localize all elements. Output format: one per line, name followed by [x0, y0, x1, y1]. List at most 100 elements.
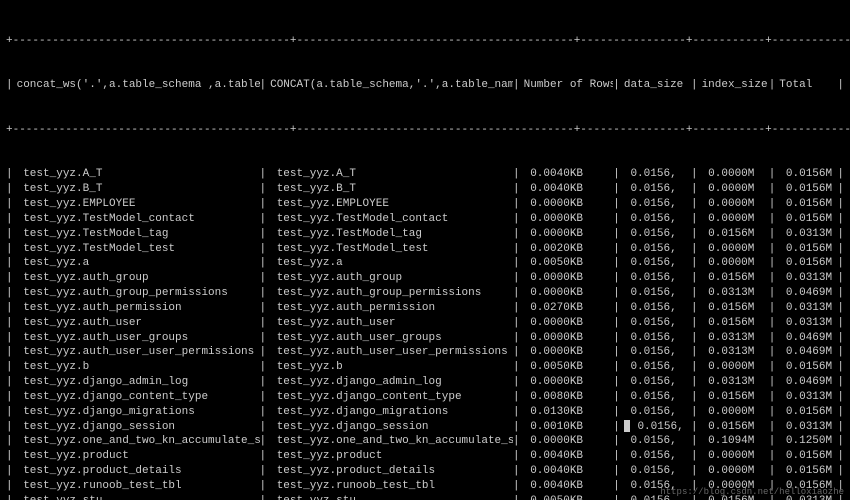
cell-num-rows: 0.0270KB [520, 301, 614, 316]
cell-num-rows: 0.0000KB [520, 286, 614, 301]
cell-total: 0.0156M [775, 256, 837, 271]
cell-index-size: 0.0156M [698, 390, 769, 405]
cell-concat-ws: test_yyz.stu [13, 494, 260, 500]
cell-index-size: 0.0000M [698, 256, 769, 271]
table-row: | test_yyz.B_T| test_yyz.B_T| 0.0040KB| … [6, 182, 844, 197]
cell-concat: test_yyz.auth_permission [266, 301, 513, 316]
table-row: | test_yyz.a| test_yyz.a| 0.0050KB| 0.01… [6, 256, 844, 271]
cell-index-size: 0.0156M [698, 316, 769, 331]
cell-total: 0.0469M [775, 375, 837, 390]
cell-concat-ws: test_yyz.django_session [13, 420, 260, 435]
cell-total: 0.0156M [775, 464, 837, 479]
cell-total: 0.0156M [775, 360, 837, 375]
header-col2: CONCAT(a.table_schema,'.',a.table_name) [266, 78, 513, 93]
cell-concat-ws: test_yyz.auth_group_permissions [13, 286, 260, 301]
cell-concat-ws: test_yyz.b [13, 360, 260, 375]
table-row: | test_yyz.auth_user_user_permissions| t… [6, 345, 844, 360]
cell-concat: test_yyz.product [266, 449, 513, 464]
cell-concat-ws: test_yyz.TestModel_tag [13, 227, 260, 242]
cell-concat: test_yyz.auth_user [266, 316, 513, 331]
cell-num-rows: 0.0040KB [520, 182, 614, 197]
header-col6: Total [775, 78, 837, 93]
separator-top: +---------------------------------------… [6, 34, 844, 49]
cell-index-size: 0.0000M [698, 242, 769, 257]
table-row: | test_yyz.product| test_yyz.product| 0.… [6, 449, 844, 464]
cell-data-size: 0.0156, [620, 182, 691, 197]
cell-data-size: 0.0156, [620, 286, 691, 301]
cell-data-size: 0.0156, [620, 167, 691, 182]
cell-data-size: 0.0156, [620, 390, 691, 405]
cell-concat-ws: test_yyz.django_migrations [13, 405, 260, 420]
cell-total: 0.0156M [775, 212, 837, 227]
cell-total: 0.0469M [775, 345, 837, 360]
cell-index-size: 0.0000M [698, 212, 769, 227]
table-row: | test_yyz.TestModel_test| test_yyz.Test… [6, 242, 844, 257]
cell-total: 0.0156M [775, 405, 837, 420]
text-cursor [624, 420, 630, 432]
cell-num-rows: 0.0000KB [520, 375, 614, 390]
cell-num-rows: 0.0010KB [520, 420, 614, 435]
table-row: | test_yyz.A_T| test_yyz.A_T| 0.0040KB| … [6, 167, 844, 182]
cell-data-size: 0.0156, [620, 316, 691, 331]
header-col1: concat_ws('.',a.table_schema ,a.table_na… [13, 78, 260, 93]
cell-concat-ws: test_yyz.EMPLOYEE [13, 197, 260, 212]
cell-data-size: 0.0156, [620, 256, 691, 271]
cell-total: 0.0313M [775, 271, 837, 286]
cell-concat: test_yyz.auth_user_user_permissions [266, 345, 513, 360]
cell-concat: test_yyz.B_T [266, 182, 513, 197]
cell-concat-ws: test_yyz.one_and_two_kn_accumulate_stars [13, 434, 260, 449]
cell-index-size: 0.1094M [698, 434, 769, 449]
cell-num-rows: 0.0000KB [520, 227, 614, 242]
cell-concat: test_yyz.TestModel_test [266, 242, 513, 257]
cell-num-rows: 0.0000KB [520, 197, 614, 212]
cell-concat-ws: test_yyz.auth_user [13, 316, 260, 331]
cell-num-rows: 0.0020KB [520, 242, 614, 257]
table-row: | test_yyz.b| test_yyz.b| 0.0050KB| 0.01… [6, 360, 844, 375]
cell-concat: test_yyz.django_content_type [266, 390, 513, 405]
cell-concat: test_yyz.b [266, 360, 513, 375]
cell-data-size: 0.0156, [620, 434, 691, 449]
table-row: | test_yyz.django_content_type| test_yyz… [6, 390, 844, 405]
table-header-row: |concat_ws('.',a.table_schema ,a.table_n… [6, 78, 844, 93]
cell-concat: test_yyz.TestModel_tag [266, 227, 513, 242]
cell-data-size: 0.0156, [620, 360, 691, 375]
table-row: | test_yyz.TestModel_contact| test_yyz.T… [6, 212, 844, 227]
cell-data-size: 0.0156, [620, 242, 691, 257]
cell-concat-ws: test_yyz.auth_group [13, 271, 260, 286]
cell-concat: test_yyz.auth_user_groups [266, 331, 513, 346]
header-col4: data_size [620, 78, 691, 93]
cell-total: 0.0156M [775, 242, 837, 257]
cell-num-rows: 0.0000KB [520, 331, 614, 346]
table-row: | test_yyz.auth_group_permissions| test_… [6, 286, 844, 301]
table-row: | test_yyz.EMPLOYEE| test_yyz.EMPLOYEE| … [6, 197, 844, 212]
table-row: | test_yyz.auth_group| test_yyz.auth_gro… [6, 271, 844, 286]
cell-total: 0.0469M [775, 331, 837, 346]
cell-data-size: 0.0156, [620, 449, 691, 464]
cell-num-rows: 0.0040KB [520, 479, 614, 494]
cell-num-rows: 0.0130KB [520, 405, 614, 420]
cell-concat: test_yyz.runoob_test_tbl [266, 479, 513, 494]
cell-index-size: 0.0156M [698, 227, 769, 242]
cell-num-rows: 0.0000KB [520, 434, 614, 449]
header-col3: Number of Rows [520, 78, 614, 93]
cell-concat-ws: test_yyz.A_T [13, 167, 260, 182]
cell-data-size: 0.0156, [620, 271, 691, 286]
cell-concat-ws: test_yyz.product_details [13, 464, 260, 479]
cell-concat: test_yyz.TestModel_contact [266, 212, 513, 227]
cell-concat-ws: test_yyz.a [13, 256, 260, 271]
cell-concat: test_yyz.stu [266, 494, 513, 500]
cell-data-size: 0.0156, [620, 375, 691, 390]
cell-total: 0.0156M [775, 167, 837, 182]
table-row: | test_yyz.TestModel_tag| test_yyz.TestM… [6, 227, 844, 242]
cell-total: 0.0313M [775, 316, 837, 331]
cell-concat: test_yyz.django_session [266, 420, 513, 435]
cell-num-rows: 0.0000KB [520, 345, 614, 360]
cell-data-size: 0.0156, [620, 212, 691, 227]
cell-total: 0.0313M [775, 227, 837, 242]
header-col5: index_size [698, 78, 769, 93]
cell-total: 0.0469M [775, 286, 837, 301]
table-row: | test_yyz.one_and_two_kn_accumulate_sta… [6, 434, 844, 449]
cell-data-size: 0.0156, [620, 227, 691, 242]
cell-num-rows: 0.0040KB [520, 464, 614, 479]
cell-concat: test_yyz.A_T [266, 167, 513, 182]
